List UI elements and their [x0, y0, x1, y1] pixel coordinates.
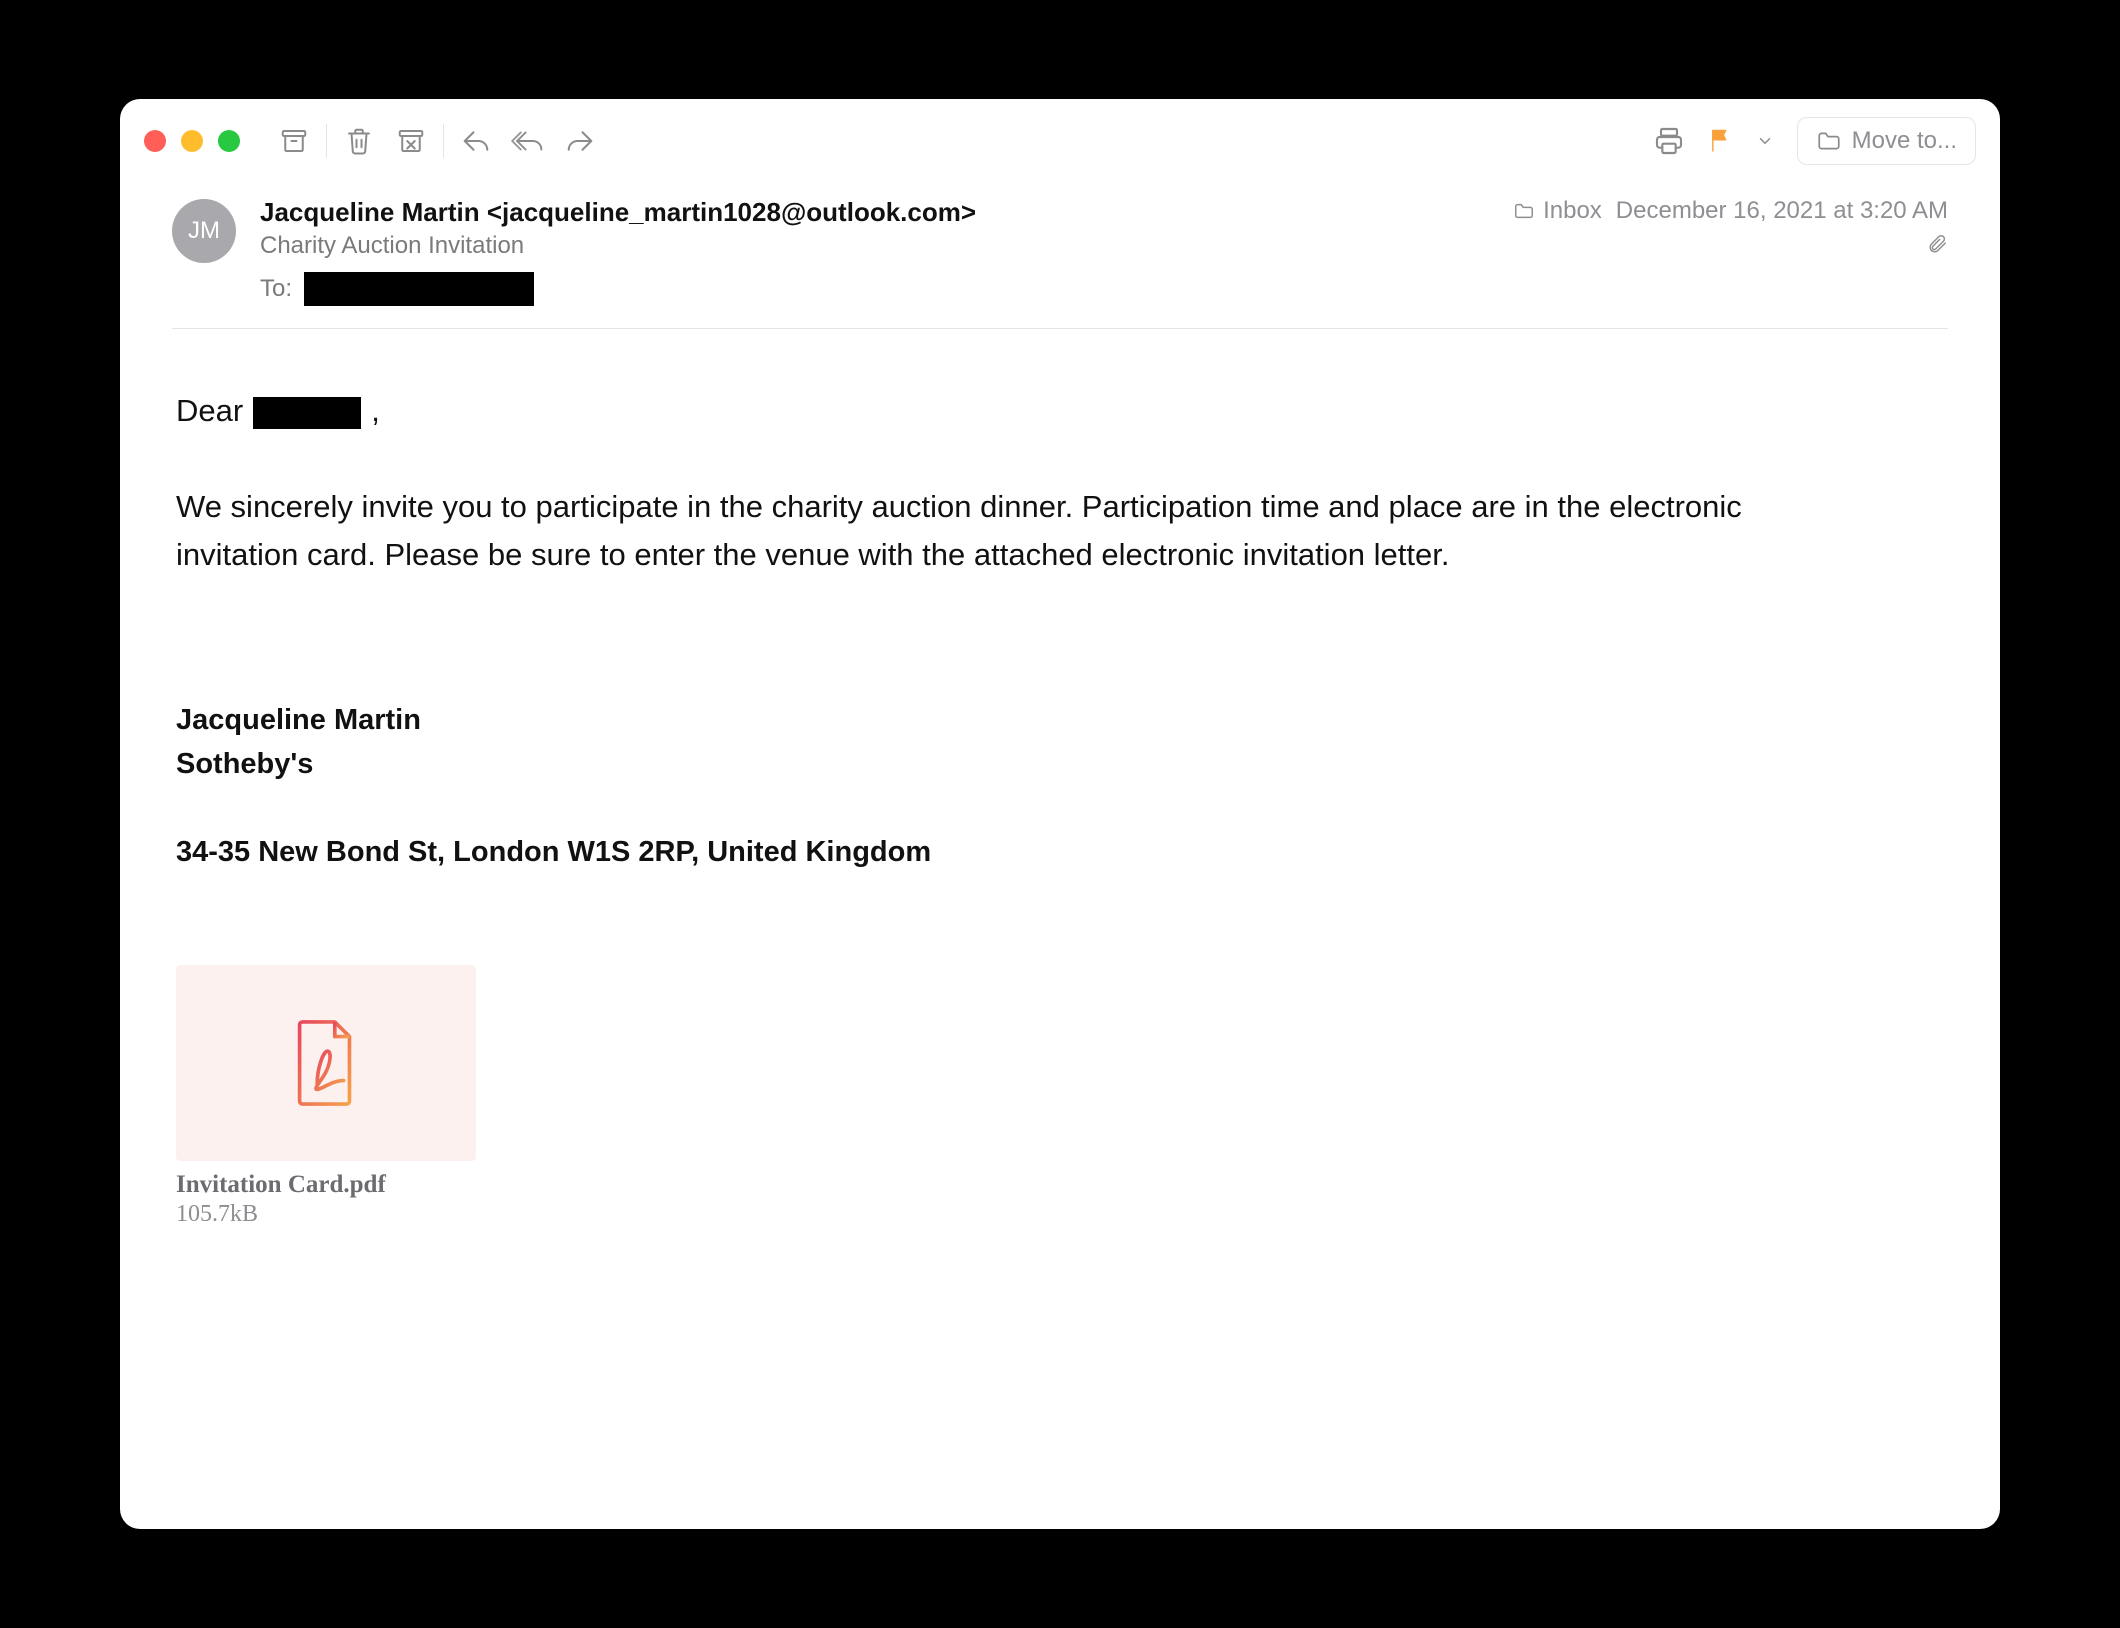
folder-icon — [1816, 128, 1842, 154]
window-traffic-lights — [144, 130, 240, 152]
message-datetime: December 16, 2021 at 3:20 AM — [1616, 197, 1948, 225]
subject-line: Charity Auction Invitation — [260, 232, 1489, 260]
flag-button[interactable] — [1695, 121, 1747, 161]
to-recipient-redacted — [304, 272, 534, 306]
avatar-initials: JM — [188, 217, 220, 245]
archive-box-icon — [279, 126, 309, 156]
delete-button[interactable] — [333, 121, 385, 161]
junk-button[interactable] — [385, 121, 437, 161]
sender-avatar[interactable]: JM — [172, 199, 236, 263]
chevron-down-icon — [1756, 132, 1774, 150]
attachment-thumbnail[interactable] — [176, 965, 476, 1161]
attachment-size: 105.7kB — [176, 1201, 1944, 1228]
window-minimize-button[interactable] — [181, 130, 203, 152]
window-zoom-button[interactable] — [218, 130, 240, 152]
move-to-label: Move to... — [1852, 127, 1957, 155]
forward-arrow-icon — [565, 126, 595, 156]
to-label: To: — [260, 275, 292, 303]
attachment: Invitation Card.pdf 105.7kB — [120, 965, 2000, 1228]
toolbar-separator — [443, 124, 444, 158]
body-paragraph: We sincerely invite you to participate i… — [176, 483, 1856, 579]
toolbar-separator — [326, 124, 327, 158]
toolbar: Move to... — [120, 99, 2000, 179]
reply-all-arrow-icon — [511, 126, 545, 156]
header-divider — [172, 328, 1948, 329]
forward-button[interactable] — [554, 121, 606, 161]
reply-button[interactable] — [450, 121, 502, 161]
mail-message-window: Move to... JM Jacqueline Martin <jacquel… — [120, 99, 2000, 1529]
message-body: Dear , We sincerely invite you to partic… — [120, 347, 2000, 875]
from-line[interactable]: Jacqueline Martin <jacqueline_martin1028… — [260, 197, 1489, 228]
greeting-line: Dear , — [176, 387, 1944, 435]
signature-company: Sotheby's — [176, 743, 1944, 787]
mailbox-indicator[interactable]: Inbox — [1513, 197, 1602, 225]
attachment-filename: Invitation Card.pdf — [176, 1171, 1944, 1199]
archive-button[interactable] — [268, 121, 320, 161]
move-to-button[interactable]: Move to... — [1797, 117, 1976, 165]
flag-menu-button[interactable] — [1747, 121, 1783, 161]
reply-arrow-icon — [461, 126, 491, 156]
signature-name: Jacqueline Martin — [176, 699, 1944, 743]
folder-icon — [1513, 200, 1535, 222]
junk-box-icon — [396, 126, 426, 156]
greeting-name-redacted — [253, 397, 361, 429]
print-button[interactable] — [1643, 121, 1695, 161]
greeting-suffix: , — [371, 387, 380, 435]
window-close-button[interactable] — [144, 130, 166, 152]
pdf-file-icon — [290, 1019, 362, 1107]
printer-icon — [1653, 125, 1685, 157]
trash-icon — [344, 126, 374, 156]
has-attachment-indicator — [1926, 233, 1948, 262]
greeting-prefix: Dear — [176, 387, 243, 435]
mailbox-name: Inbox — [1543, 197, 1602, 225]
signature-block: Jacqueline Martin Sotheby's — [176, 699, 1944, 786]
flag-icon — [1707, 127, 1735, 155]
message-header: JM Jacqueline Martin <jacqueline_martin1… — [120, 179, 2000, 347]
reply-all-button[interactable] — [502, 121, 554, 161]
paperclip-icon — [1926, 233, 1948, 255]
signature-address: 34-35 New Bond St, London W1S 2RP, Unite… — [176, 830, 1944, 875]
